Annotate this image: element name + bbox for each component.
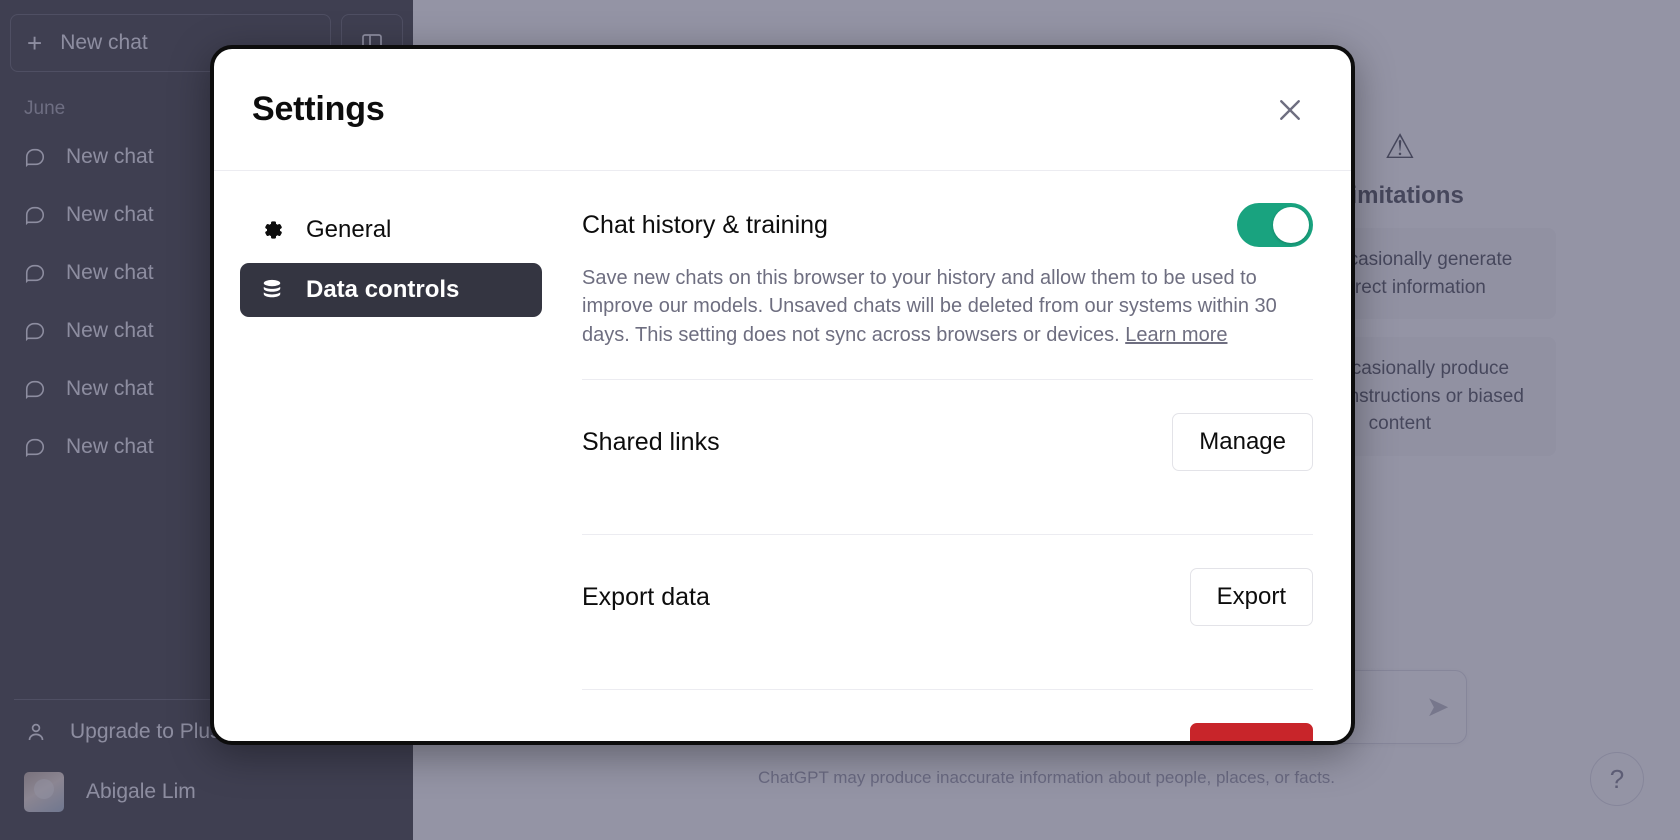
sidebar-item-data-controls[interactable]: Data controls [240,263,542,317]
dialog-header: Settings [214,49,1351,171]
gear-icon [258,216,286,244]
export-data-button[interactable]: Export [1190,568,1313,626]
sidebar-item-label: Data controls [306,276,459,304]
settings-nav: General Data controls [240,201,542,741]
learn-more-link[interactable]: Learn more [1125,324,1227,346]
page-title: Settings [252,90,385,129]
close-button[interactable] [1267,87,1313,133]
export-data-label: Export data [582,583,710,612]
sidebar-item-general[interactable]: General [240,203,542,257]
chat-history-toggle[interactable] [1237,203,1313,247]
manage-shared-links-button[interactable]: Manage [1172,413,1313,471]
close-icon [1275,95,1305,125]
chat-history-description: Save new chats on this browser to your h… [582,264,1307,349]
chat-history-label: Chat history & training [582,211,828,240]
settings-dialog: Settings General [210,45,1355,745]
shared-links-row: Shared links Manage [582,380,1313,504]
delete-account-label: Delete account [582,738,749,741]
shared-links-label: Shared links [582,428,720,457]
export-data-row: Export data Export [582,535,1313,659]
settings-panel: Chat history & training Save new chats o… [582,201,1313,741]
toggle-knob [1273,207,1309,243]
dialog-body: General Data controls Chat history & tra… [214,171,1351,741]
database-icon [258,276,286,304]
delete-account-button[interactable]: Delete [1190,723,1313,741]
sidebar-item-label: General [306,216,391,244]
chat-history-row: Chat history & training [582,203,1313,247]
delete-account-row: Delete account Delete [582,690,1313,741]
